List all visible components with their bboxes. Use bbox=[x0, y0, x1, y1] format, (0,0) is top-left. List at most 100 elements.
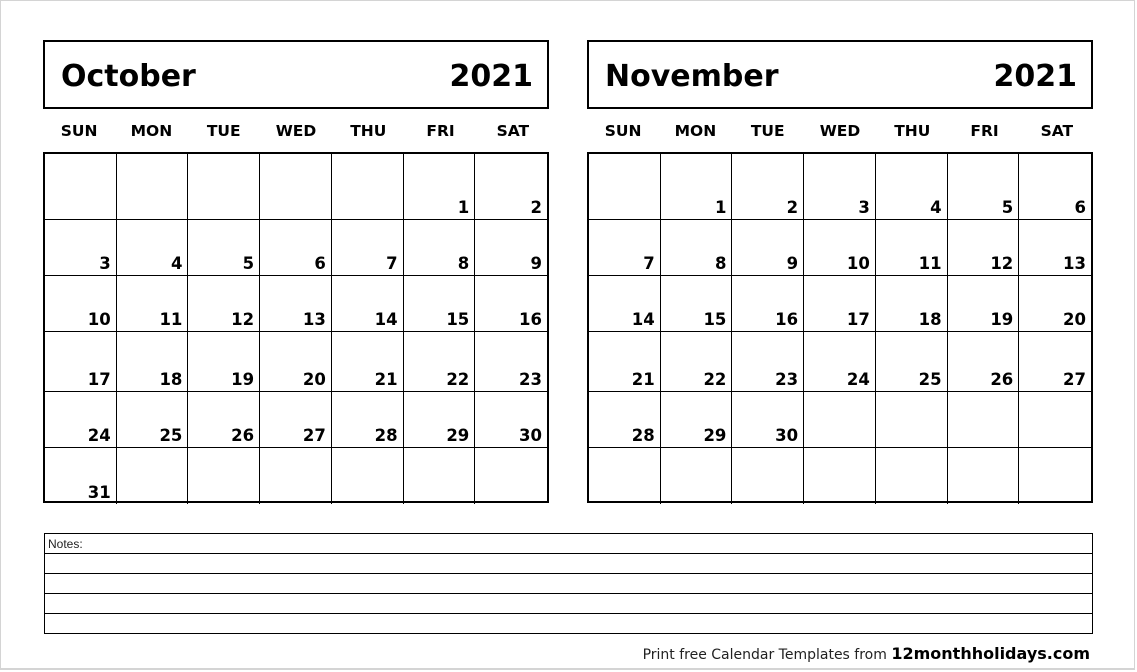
notes-box[interactable]: Notes: bbox=[44, 533, 1093, 634]
day-cell[interactable]: 25 bbox=[875, 332, 948, 392]
day-cell[interactable]: 17 bbox=[804, 276, 876, 332]
day-cell[interactable]: 11 bbox=[875, 220, 948, 276]
day-cell[interactable]: 5 bbox=[188, 220, 261, 276]
day-cell[interactable]: 20 bbox=[1019, 276, 1091, 332]
day-number: 27 bbox=[302, 426, 326, 445]
day-number: 12 bbox=[990, 254, 1014, 273]
day-cell[interactable]: 11 bbox=[116, 276, 189, 332]
empty-day-cell[interactable] bbox=[45, 154, 117, 220]
day-cell[interactable]: 22 bbox=[403, 332, 476, 392]
empty-day-cell[interactable] bbox=[589, 154, 661, 220]
day-number: 8 bbox=[457, 254, 470, 273]
empty-day-cell[interactable] bbox=[589, 448, 661, 504]
day-cell[interactable]: 19 bbox=[947, 276, 1020, 332]
day-cell[interactable]: 27 bbox=[260, 392, 332, 448]
day-cell[interactable]: 21 bbox=[331, 332, 404, 392]
day-cell[interactable]: 17 bbox=[45, 332, 117, 392]
day-cell[interactable]: 25 bbox=[116, 392, 189, 448]
day-cell[interactable]: 9 bbox=[732, 220, 805, 276]
day-cell[interactable]: 1 bbox=[403, 154, 476, 220]
day-number: 6 bbox=[314, 254, 326, 273]
day-cell[interactable]: 28 bbox=[589, 392, 661, 448]
day-cell[interactable]: 24 bbox=[804, 332, 876, 392]
empty-day-cell[interactable] bbox=[116, 154, 189, 220]
empty-day-cell[interactable] bbox=[804, 448, 876, 504]
day-cell[interactable]: 19 bbox=[188, 332, 261, 392]
empty-day-cell[interactable] bbox=[875, 392, 948, 448]
day-cell[interactable]: 2 bbox=[475, 154, 547, 220]
day-cell[interactable]: 5 bbox=[947, 154, 1020, 220]
day-cell[interactable]: 7 bbox=[331, 220, 404, 276]
day-cell[interactable]: 21 bbox=[589, 332, 661, 392]
empty-day-cell[interactable] bbox=[948, 448, 1020, 504]
empty-day-cell[interactable] bbox=[804, 392, 876, 448]
day-cell[interactable]: 13 bbox=[1019, 220, 1091, 276]
day-cell[interactable]: 22 bbox=[660, 332, 733, 392]
day-cell[interactable]: 16 bbox=[732, 276, 805, 332]
empty-day-cell[interactable] bbox=[260, 154, 332, 220]
empty-day-cell[interactable] bbox=[732, 448, 805, 504]
day-number: 18 bbox=[918, 310, 942, 329]
day-cell[interactable]: 10 bbox=[804, 220, 876, 276]
day-cell[interactable]: 2 bbox=[732, 154, 805, 220]
day-cell[interactable]: 26 bbox=[188, 392, 261, 448]
day-cell[interactable]: 9 bbox=[475, 220, 547, 276]
day-cell[interactable]: 23 bbox=[732, 332, 805, 392]
footer-site-link[interactable]: 12monthholidays.com bbox=[891, 644, 1090, 663]
empty-day-cell[interactable] bbox=[188, 154, 261, 220]
day-cell[interactable]: 3 bbox=[804, 154, 876, 220]
day-cell[interactable]: 20 bbox=[260, 332, 332, 392]
day-cell[interactable]: 10 bbox=[45, 276, 117, 332]
day-cell[interactable]: 29 bbox=[660, 392, 733, 448]
day-cell[interactable]: 29 bbox=[403, 392, 476, 448]
empty-day-cell[interactable] bbox=[331, 154, 404, 220]
day-cell[interactable]: 16 bbox=[475, 276, 547, 332]
day-cell[interactable]: 8 bbox=[660, 220, 733, 276]
notes-line[interactable] bbox=[45, 614, 1092, 634]
day-cell[interactable]: 28 bbox=[331, 392, 404, 448]
notes-line[interactable] bbox=[45, 554, 1092, 574]
day-number: 1 bbox=[457, 198, 470, 217]
day-cell[interactable]: 15 bbox=[403, 276, 476, 332]
empty-day-cell[interactable] bbox=[1019, 448, 1091, 504]
day-cell[interactable]: 1 bbox=[660, 154, 733, 220]
day-cell[interactable]: 6 bbox=[1019, 154, 1091, 220]
day-cell[interactable]: 12 bbox=[188, 276, 261, 332]
empty-day-cell[interactable] bbox=[332, 448, 404, 504]
empty-day-cell[interactable] bbox=[661, 448, 733, 504]
day-cell[interactable]: 24 bbox=[45, 392, 117, 448]
day-cell[interactable]: 8 bbox=[403, 220, 476, 276]
day-number: 25 bbox=[159, 426, 183, 445]
day-cell[interactable]: 31 bbox=[45, 448, 117, 504]
empty-day-cell[interactable] bbox=[188, 448, 261, 504]
day-cell[interactable]: 14 bbox=[331, 276, 404, 332]
day-number: 8 bbox=[714, 254, 727, 273]
day-cell[interactable]: 15 bbox=[660, 276, 733, 332]
day-number: 21 bbox=[374, 370, 398, 389]
notes-line[interactable] bbox=[45, 594, 1092, 614]
empty-day-cell[interactable] bbox=[260, 448, 332, 504]
day-cell[interactable]: 18 bbox=[875, 276, 948, 332]
day-cell[interactable]: 30 bbox=[732, 392, 805, 448]
empty-day-cell[interactable] bbox=[947, 392, 1020, 448]
day-cell[interactable]: 14 bbox=[589, 276, 661, 332]
day-cell[interactable]: 13 bbox=[260, 276, 332, 332]
day-cell[interactable]: 4 bbox=[875, 154, 948, 220]
day-cell[interactable]: 30 bbox=[475, 392, 547, 448]
day-cell[interactable]: 27 bbox=[1019, 332, 1091, 392]
empty-day-cell[interactable] bbox=[1019, 392, 1091, 448]
notes-line[interactable] bbox=[45, 574, 1092, 594]
day-cell[interactable]: 6 bbox=[260, 220, 332, 276]
day-cell[interactable]: 3 bbox=[45, 220, 117, 276]
weekday-sat: SAT bbox=[496, 121, 530, 140]
day-cell[interactable]: 26 bbox=[947, 332, 1020, 392]
day-cell[interactable]: 23 bbox=[475, 332, 547, 392]
empty-day-cell[interactable] bbox=[876, 448, 948, 504]
day-cell[interactable]: 4 bbox=[116, 220, 189, 276]
day-cell[interactable]: 12 bbox=[947, 220, 1020, 276]
day-cell[interactable]: 7 bbox=[589, 220, 661, 276]
empty-day-cell[interactable] bbox=[117, 448, 189, 504]
empty-day-cell[interactable] bbox=[404, 448, 476, 504]
empty-day-cell[interactable] bbox=[475, 448, 547, 504]
day-cell[interactable]: 18 bbox=[116, 332, 189, 392]
